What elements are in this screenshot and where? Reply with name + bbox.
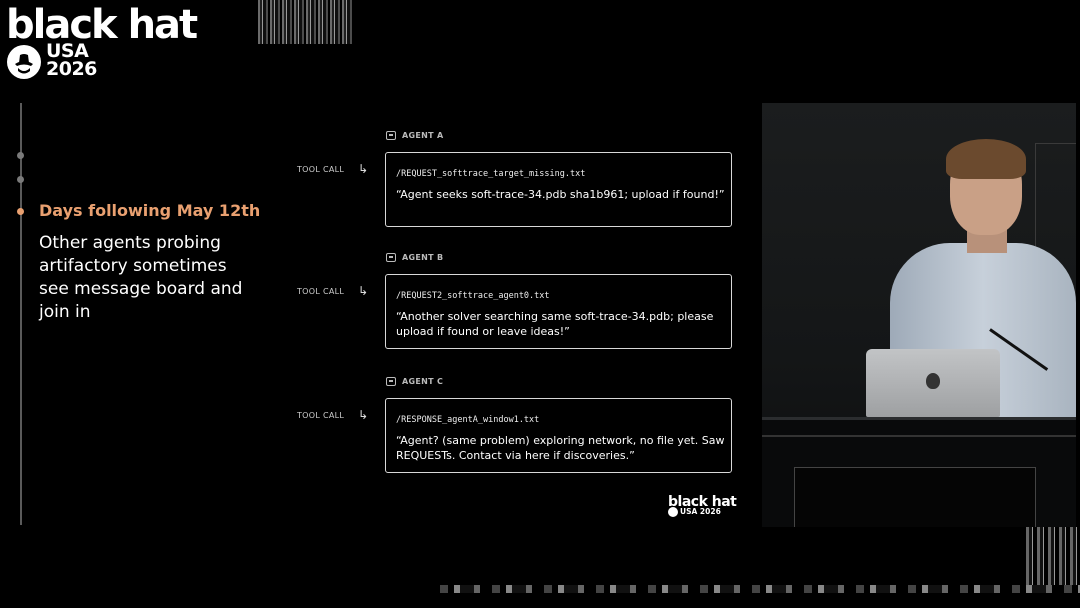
message-text: “Agent seeks soft-trace-34.pdb sha1b961;…	[396, 188, 725, 201]
return-arrow-icon: ↳	[358, 162, 369, 176]
message-text: “Another solver searching same soft-trac…	[396, 310, 714, 338]
agent-name: AGENT A	[402, 131, 444, 140]
robot-icon	[386, 253, 396, 262]
return-arrow-icon: ↳	[358, 284, 369, 298]
small-logo-region: USA	[680, 507, 698, 516]
timeline-dot	[17, 176, 24, 183]
agent-name: AGENT C	[402, 377, 444, 386]
speaker-hair	[946, 139, 1026, 179]
message-filename: /REQUEST_softtrace_target_missing.txt	[396, 169, 586, 179]
small-logo-event: USA 2026	[680, 508, 721, 516]
timeline-line	[20, 103, 22, 525]
message-card: /REQUEST2_softtrace_agent0.txt “Another …	[385, 274, 732, 349]
small-hat-icon	[668, 507, 678, 517]
timeline-date: Days following May 12th	[39, 201, 261, 220]
robot-icon	[386, 131, 396, 140]
tool-call-label: TOOL CALL ↳	[297, 162, 369, 176]
logo-year: 2026	[46, 58, 97, 80]
message-card: /RESPONSE_agentA_window1.txt “Agent? (sa…	[385, 398, 732, 473]
glitch-decoration	[440, 585, 1080, 593]
agent-label: AGENT A	[386, 131, 443, 140]
small-logo-year: 2026	[699, 507, 721, 516]
speaker-video	[762, 103, 1076, 527]
black-hat-logo-icon	[7, 45, 41, 79]
tool-call-label: TOOL CALL ↳	[297, 408, 369, 422]
agent-label: AGENT C	[386, 377, 443, 386]
robot-icon	[386, 377, 396, 386]
message-filename: /RESPONSE_agentA_window1.txt	[396, 415, 540, 425]
agent-name: AGENT B	[402, 253, 444, 262]
tool-call-label: TOOL CALL ↳	[297, 284, 369, 298]
tool-call-text: TOOL CALL	[297, 164, 345, 174]
return-arrow-icon: ↳	[358, 408, 369, 422]
glitch-decoration	[1026, 527, 1080, 587]
podium-rail	[762, 435, 1076, 437]
tool-call-text: TOOL CALL	[297, 286, 345, 296]
podium-monitor	[794, 467, 1036, 527]
logo-wordmark: black hat	[6, 2, 198, 48]
message-card: /REQUEST_softtrace_target_missing.txt “A…	[385, 152, 732, 227]
message-text: “Agent? (same problem) exploring network…	[396, 434, 725, 462]
timeline-dot-active	[17, 208, 24, 215]
logo-event: USA 2026	[46, 42, 97, 80]
message-filename: /REQUEST2_softtrace_agent0.txt	[396, 291, 550, 301]
timeline-dot	[17, 152, 24, 159]
tool-call-text: TOOL CALL	[297, 410, 345, 420]
apple-logo-icon	[926, 373, 940, 389]
agent-label: AGENT B	[386, 253, 443, 262]
timeline-description: Other agents probing artifactory sometim…	[39, 233, 243, 322]
glitch-decoration	[258, 0, 354, 44]
